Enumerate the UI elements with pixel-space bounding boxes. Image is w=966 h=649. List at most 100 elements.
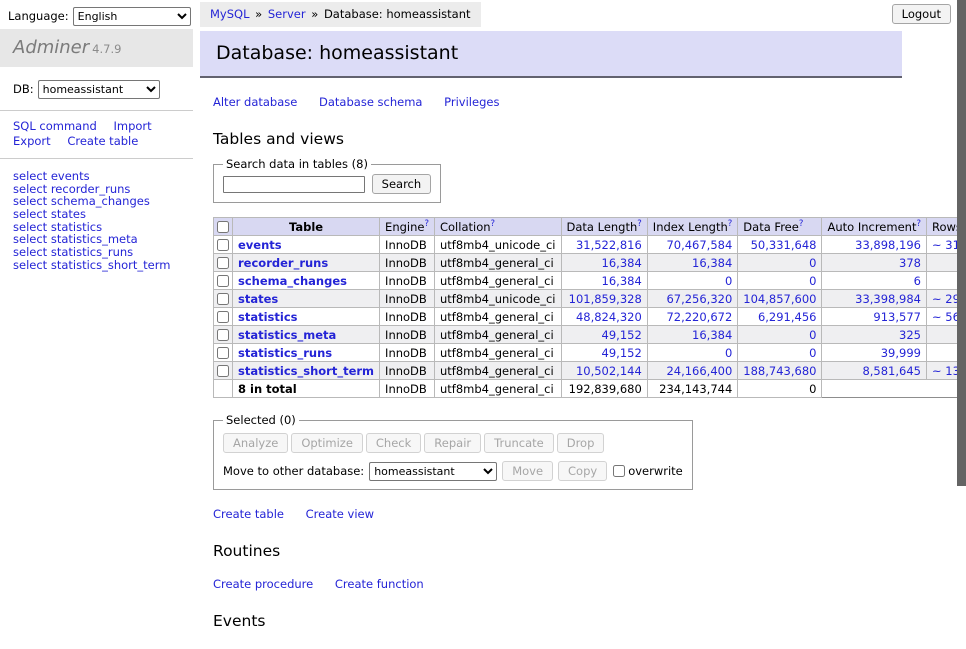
repair-button[interactable]: Repair — [424, 433, 481, 453]
app-name: Adminer — [13, 37, 89, 58]
sql-command-link[interactable]: SQL command — [13, 119, 97, 133]
create-links: Create table Create view — [213, 507, 902, 521]
engine-cell: InnoDB — [380, 362, 435, 380]
collation-cell: utf8mb4_general_ci — [434, 362, 561, 380]
table-name-link[interactable]: statistics_short_term — [238, 364, 374, 378]
auto-increment-cell: 8,581,645 — [822, 362, 927, 380]
collation-cell: utf8mb4_unicode_ci — [434, 236, 561, 254]
create-function-link[interactable]: Create function — [335, 577, 424, 591]
auto-increment-cell: 6 — [822, 272, 927, 290]
row-select-checkbox[interactable] — [217, 347, 229, 359]
total-row: 8 in totalInnoDButf8mb4_general_ci192,83… — [214, 380, 966, 398]
table-row: statistics_short_term InnoDButf8mb4_gener… — [214, 362, 966, 380]
data-free-cell: 0 — [738, 254, 822, 272]
select-all-cell — [214, 218, 233, 236]
create-table-sidebar-link[interactable]: Create table — [67, 134, 138, 148]
table-name-link[interactable]: recorder_runs — [238, 256, 328, 270]
row-select-checkbox[interactable] — [217, 311, 229, 323]
breadcrumb-server-link[interactable]: Server — [268, 7, 306, 21]
column-header-data-free: Data Free? — [738, 218, 822, 236]
page-title: Database: homeassistant — [200, 31, 902, 78]
column-label: Engine — [385, 220, 424, 234]
sidebar-action-links: SQL command Import Export Create table — [0, 111, 193, 159]
engine-cell: InnoDB — [380, 344, 435, 362]
table-name-link[interactable]: events — [238, 238, 282, 252]
table-row: schema_changesInnoDButf8mb4_general_ci16… — [214, 272, 966, 290]
collation-cell: utf8mb4_general_ci — [434, 272, 561, 290]
row-select-cell — [214, 272, 233, 290]
table-name-link[interactable]: schema_changes — [238, 274, 347, 288]
check-button[interactable]: Check — [366, 433, 421, 453]
database-schema-link[interactable]: Database schema — [319, 95, 422, 109]
content-body: Alter database Database schema Privilege… — [200, 95, 902, 649]
search-fieldset: Search data in tables (8) Search — [213, 157, 441, 203]
auto-increment-cell: 33,398,984 — [822, 290, 927, 308]
data-length-cell: 101,859,328 — [561, 290, 647, 308]
table-select-link[interactable]: select statistics_short_term — [13, 258, 170, 272]
truncate-button[interactable]: Truncate — [484, 433, 554, 453]
db-selector-row: DB:homeassistant — [0, 67, 193, 111]
row-select-checkbox[interactable] — [217, 275, 229, 287]
engine-cell: InnoDB — [380, 254, 435, 272]
data-free-cell: 6,291,456 — [738, 308, 822, 326]
column-help-icon[interactable]: ? — [799, 219, 804, 229]
row-select-checkbox[interactable] — [217, 365, 229, 377]
table-name-link[interactable]: statistics_runs — [238, 346, 332, 360]
table-name-cell: statistics — [233, 308, 380, 326]
overwrite-option: overwrite — [612, 464, 683, 478]
language-select[interactable]: English — [73, 7, 191, 26]
engine-cell: InnoDB — [380, 308, 435, 326]
table-row: recorder_runsInnoDButf8mb4_general_ci16,… — [214, 254, 966, 272]
data-length-cell: 31,522,816 — [561, 236, 647, 254]
move-button[interactable]: Move — [502, 461, 553, 481]
column-help-icon[interactable]: ? — [424, 219, 429, 229]
table-name-cell: statistics_meta — [233, 326, 380, 344]
table-name-link[interactable]: statistics — [238, 310, 298, 324]
index-length-cell: 70,467,584 — [647, 236, 738, 254]
create-procedure-link[interactable]: Create procedure — [213, 577, 313, 591]
row-select-checkbox[interactable] — [217, 293, 229, 305]
column-help-icon[interactable]: ? — [916, 219, 921, 229]
data-free-cell: 0 — [738, 272, 822, 290]
table-name-link[interactable]: statistics_meta — [238, 328, 336, 342]
export-link[interactable]: Export — [13, 134, 51, 148]
create-table-link[interactable]: Create table — [213, 507, 284, 521]
drop-button[interactable]: Drop — [557, 433, 605, 453]
search-button[interactable]: Search — [372, 174, 432, 194]
select-all-checkbox[interactable] — [217, 221, 229, 233]
optimize-button[interactable]: Optimize — [291, 433, 363, 453]
column-help-icon[interactable]: ? — [728, 219, 733, 229]
breadcrumb-mysql-link[interactable]: MySQL — [210, 7, 250, 21]
create-view-link[interactable]: Create view — [306, 507, 374, 521]
data-free-cell: 0 — [738, 344, 822, 362]
row-select-cell — [214, 290, 233, 308]
analyze-button[interactable]: Analyze — [223, 433, 288, 453]
privileges-link[interactable]: Privileges — [444, 95, 499, 109]
table-name-link[interactable]: states — [238, 292, 278, 306]
row-select-checkbox[interactable] — [217, 329, 229, 341]
overwrite-checkbox[interactable] — [613, 465, 625, 477]
index-length-cell: 0 — [647, 272, 738, 290]
main-content: MySQL » Server » Database: homeassistant… — [200, 0, 902, 649]
tables-heading: Tables and views — [213, 130, 902, 148]
table-row: statesInnoDButf8mb4_unicode_ci101,859,32… — [214, 290, 966, 308]
column-help-icon[interactable]: ? — [637, 219, 642, 229]
data-length-cell: 10,502,144 — [561, 362, 647, 380]
db-select[interactable]: homeassistant — [38, 80, 160, 99]
row-select-cell — [214, 308, 233, 326]
table-row: statistics_runsInnoDButf8mb4_general_ci4… — [214, 344, 966, 362]
row-select-checkbox[interactable] — [217, 257, 229, 269]
scrollbar-thumb[interactable] — [957, 0, 966, 486]
copy-button[interactable]: Copy — [558, 461, 607, 481]
import-link[interactable]: Import — [113, 119, 151, 133]
app-logo: Adminer4.7.9 — [0, 29, 193, 67]
move-db-select[interactable]: homeassistant — [369, 462, 497, 481]
row-select-cell — [214, 362, 233, 380]
search-input[interactable] — [223, 176, 365, 193]
column-help-icon[interactable]: ? — [491, 219, 496, 229]
total-empty-cell — [214, 380, 233, 398]
row-select-checkbox[interactable] — [217, 239, 229, 251]
routines-heading: Routines — [213, 542, 902, 560]
row-select-cell — [214, 236, 233, 254]
alter-database-link[interactable]: Alter database — [213, 95, 297, 109]
